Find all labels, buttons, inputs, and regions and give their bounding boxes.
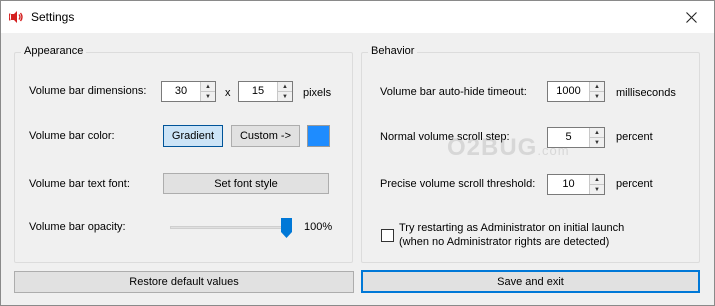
precise-value[interactable]: 10 <box>548 175 589 194</box>
pixels-label: pixels <box>303 87 332 99</box>
autohide-unit: milliseconds <box>616 87 676 99</box>
admin-checkbox-label-line2[interactable]: (when no Administrator rights are detect… <box>399 236 609 248</box>
height-value[interactable]: 15 <box>239 82 277 101</box>
autohide-label: Volume bar auto-hide timeout: <box>380 86 527 98</box>
close-icon <box>685 11 697 23</box>
spin-up-icon[interactable]: ▲ <box>590 175 604 185</box>
dimensions-x-label: x <box>225 87 231 99</box>
admin-checkbox[interactable] <box>381 229 394 242</box>
window-title: Settings <box>31 10 75 24</box>
spin-up-icon[interactable]: ▲ <box>201 82 215 92</box>
admin-checkbox-label-line1[interactable]: Try restarting as Administrator on initi… <box>399 222 624 234</box>
color-label: Volume bar color: <box>29 130 115 142</box>
opacity-label: Volume bar opacity: <box>29 221 126 233</box>
opacity-value: 100% <box>304 221 333 233</box>
spin-down-icon[interactable]: ▼ <box>590 185 604 194</box>
width-spinner[interactable]: 30 ▲ ▼ <box>161 81 216 102</box>
autohide-spinner[interactable]: 1000 ▲ ▼ <box>547 81 605 102</box>
width-value[interactable]: 30 <box>162 82 200 101</box>
gradient-button[interactable]: Gradient <box>163 125 223 147</box>
opacity-slider-track[interactable] <box>170 226 292 229</box>
spin-up-icon[interactable]: ▲ <box>590 128 604 138</box>
opacity-slider-thumb[interactable] <box>281 218 292 238</box>
spin-up-icon[interactable]: ▲ <box>590 82 604 92</box>
spin-down-icon[interactable]: ▼ <box>590 138 604 147</box>
speaker-icon <box>9 11 23 23</box>
spin-down-icon[interactable]: ▼ <box>201 92 215 101</box>
height-spinner[interactable]: 15 ▲ ▼ <box>238 81 293 102</box>
spin-up-icon[interactable]: ▲ <box>278 82 292 92</box>
color-swatch[interactable] <box>307 125 330 147</box>
save-and-exit-button[interactable]: Save and exit <box>361 270 700 293</box>
font-label: Volume bar text font: <box>29 178 130 190</box>
restore-defaults-button[interactable]: Restore default values <box>14 271 354 293</box>
normal-step-spinner[interactable]: 5 ▲ ▼ <box>547 127 605 148</box>
appearance-group-title: Appearance <box>21 45 87 57</box>
dimensions-label: Volume bar dimensions: <box>29 85 147 97</box>
precise-label: Precise volume scroll threshold: <box>380 178 536 190</box>
settings-window: Settings Appearance Volume bar dimension… <box>0 0 715 306</box>
normal-step-label: Normal volume scroll step: <box>380 131 510 143</box>
custom-color-button[interactable]: Custom -> <box>231 125 300 147</box>
autohide-value[interactable]: 1000 <box>548 82 589 101</box>
precise-spinner[interactable]: 10 ▲ ▼ <box>547 174 605 195</box>
set-font-button[interactable]: Set font style <box>163 173 329 194</box>
normal-step-unit: percent <box>616 131 653 143</box>
normal-step-value[interactable]: 5 <box>548 128 589 147</box>
behavior-group-title: Behavior <box>368 45 418 57</box>
spin-down-icon[interactable]: ▼ <box>278 92 292 101</box>
spin-down-icon[interactable]: ▼ <box>590 92 604 101</box>
precise-unit: percent <box>616 178 653 190</box>
title-bar: Settings <box>1 1 714 33</box>
close-button[interactable] <box>668 1 714 33</box>
